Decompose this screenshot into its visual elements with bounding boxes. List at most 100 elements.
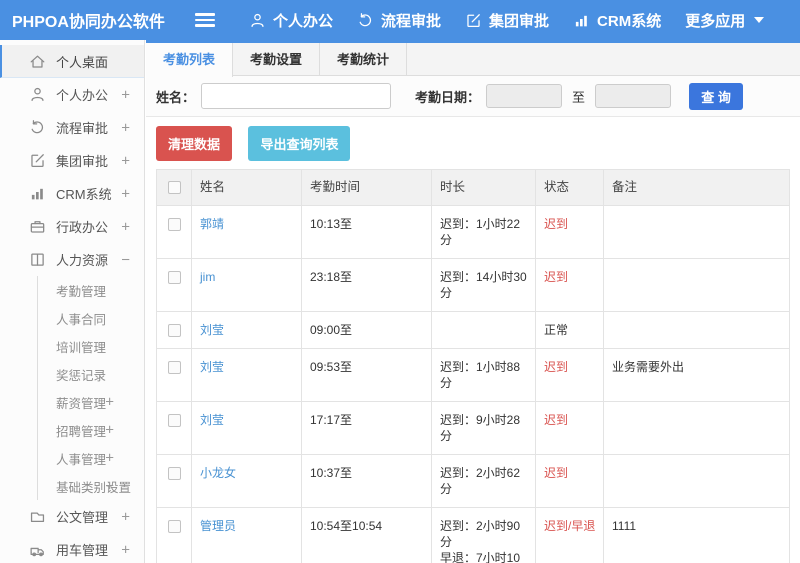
nav-group-approval[interactable]: 集团审批 [465, 10, 549, 31]
employee-name-link[interactable]: 刘莹 [200, 360, 224, 374]
main-content: 考勤列表 考勤设置 考勤统计 姓名： 考勤日期： 至 查 询 清理数据 导出查询… [146, 40, 800, 563]
date-label: 考勤日期： [415, 89, 481, 105]
expand-toggle[interactable]: + [121, 152, 130, 169]
nav-workflow-approval[interactable]: 流程审批 [357, 10, 441, 31]
sidebar-item[interactable]: CRM系统 + [0, 177, 144, 210]
remark-cell: 业务需要外出 [603, 348, 790, 402]
expand-toggle[interactable]: + [121, 541, 130, 558]
sidebar-item[interactable]: 个人桌面 [0, 45, 144, 78]
filter-bar: 姓名： 考勤日期： 至 查 询 [146, 76, 800, 117]
export-list-button[interactable]: 导出查询列表 [248, 126, 351, 161]
sidebar-item-label: 流程审批 [56, 121, 109, 136]
expand-toggle[interactable]: + [121, 218, 130, 235]
employee-name-link[interactable]: 郭靖 [200, 217, 224, 231]
nav-personal-office[interactable]: 个人办公 [249, 10, 333, 31]
row-checkbox[interactable] [167, 324, 181, 338]
sidebar-subitem[interactable]: 基础类别设置 + [38, 472, 144, 500]
nav-label: 流程审批 [381, 12, 442, 30]
tab-bar: 考勤列表 考勤设置 考勤统计 [146, 43, 800, 77]
sidebar-item-label: 行政办公 [56, 220, 109, 235]
nav-more-apps[interactable]: 更多应用 [685, 10, 765, 31]
sidebar-subitem-label: 奖惩记录 [56, 368, 107, 383]
time-cell: 10:37至 [301, 454, 432, 508]
expand-toggle[interactable]: + [105, 478, 114, 495]
duration-cell: 迟到：2小时90分早退：7小时10分 [431, 507, 536, 563]
employee-name-link[interactable]: jim [200, 270, 215, 284]
expand-toggle[interactable]: + [105, 394, 114, 411]
status-cell: 迟到 [535, 454, 604, 508]
expand-toggle[interactable]: + [121, 185, 130, 202]
expand-toggle[interactable]: + [121, 119, 130, 136]
employee-name-link[interactable]: 小龙女 [200, 466, 236, 480]
expand-toggle[interactable]: + [121, 508, 130, 525]
sidebar-item[interactable]: 用车管理 + [0, 533, 144, 563]
app-title: PHPOA协同办公软件 [12, 14, 165, 31]
sidebar-subitem[interactable]: 招聘管理 + [38, 416, 144, 444]
nav-label: CRM系统 [597, 12, 662, 30]
col-duration: 时长 [431, 169, 536, 206]
employee-name-link[interactable]: 刘莹 [200, 323, 224, 337]
status-badge: 迟到 [544, 270, 569, 284]
tab-attendance-stats[interactable]: 考勤统计 [320, 43, 407, 76]
row-checkbox[interactable] [167, 361, 181, 375]
table-header-row: 姓名 考勤时间 时长 状态 备注 [156, 169, 790, 206]
tab-attendance-list[interactable]: 考勤列表 [146, 43, 233, 77]
date-to-input[interactable] [595, 84, 672, 108]
menu-toggle-icon[interactable] [195, 13, 215, 27]
sidebar-subitem[interactable]: 薪资管理 + [38, 388, 144, 416]
employee-name-link[interactable]: 刘莹 [200, 413, 224, 427]
remark-cell [603, 311, 790, 349]
sidebar-subitem[interactable]: 培训管理 [38, 332, 144, 360]
row-checkbox[interactable] [167, 414, 181, 428]
sidebar: 个人桌面 个人办公 + 流程审批 + 集团审批 + CRM系统 + 行政办公 + 人力资源 − 考勤管理人… [0, 40, 145, 563]
edit-icon [465, 12, 482, 29]
sidebar-item[interactable]: 人力资源 − [0, 243, 144, 276]
sidebar-item[interactable]: 公文管理 + [0, 500, 144, 533]
nav-crm-system[interactable]: CRM系统 [573, 10, 661, 31]
chart-icon [29, 185, 46, 202]
search-button[interactable]: 查 询 [689, 82, 744, 110]
sidebar-subitem-label: 招聘管理 [56, 424, 107, 439]
duration-line: 迟到：1小时22分 [440, 217, 521, 247]
expand-toggle[interactable]: + [121, 86, 130, 103]
date-from-input[interactable] [486, 84, 563, 108]
tab-attendance-settings[interactable]: 考勤设置 [233, 43, 320, 76]
select-all-checkbox[interactable] [167, 181, 181, 195]
expand-toggle[interactable]: + [105, 450, 114, 467]
expand-toggle[interactable]: − [121, 251, 130, 268]
name-cell: 郭靖 [191, 205, 302, 259]
row-checkbox[interactable] [167, 271, 181, 285]
col-time: 考勤时间 [301, 169, 432, 206]
sidebar-item-label: 人力资源 [56, 253, 109, 268]
top-nav: 个人办公 流程审批 集团审批 CRM系统 更多应用 [249, 10, 765, 31]
sidebar-subitem[interactable]: 人事合同 [38, 304, 144, 332]
sidebar-subitem-label: 培训管理 [56, 340, 107, 355]
sidebar-item[interactable]: 流程审批 + [0, 111, 144, 144]
row-checkbox[interactable] [167, 467, 181, 481]
employee-name-link[interactable]: 管理员 [200, 519, 236, 533]
clear-data-button[interactable]: 清理数据 [156, 126, 233, 161]
table-row: 刘莹 09:53至 迟到：1小时88分 迟到 业务需要外出 [156, 348, 790, 402]
sidebar-subitem[interactable]: 人事管理 + [38, 444, 144, 472]
table-row: 郭靖 10:13至 迟到：1小时22分 迟到 [156, 205, 790, 259]
time-cell: 09:53至 [301, 348, 432, 402]
expand-toggle[interactable]: + [105, 422, 114, 439]
row-checkbox[interactable] [167, 218, 181, 232]
name-cell: 刘莹 [191, 348, 302, 402]
name-cell: jim [191, 258, 302, 312]
name-input[interactable] [201, 83, 392, 109]
process-icon [357, 12, 374, 29]
sidebar-item[interactable]: 行政办公 + [0, 210, 144, 243]
sidebar-item[interactable]: 个人办公 + [0, 78, 144, 111]
time-cell: 10:54至10:54 [301, 507, 432, 563]
row-checkbox[interactable] [167, 520, 181, 534]
sidebar-subitem[interactable]: 奖惩记录 [38, 360, 144, 388]
sidebar-item-label: 用车管理 [56, 543, 109, 558]
user-icon [29, 86, 46, 103]
sidebar-subitem[interactable]: 考勤管理 [38, 276, 144, 304]
nav-label: 个人办公 [273, 12, 334, 30]
status-badge: 迟到/早退 [544, 519, 596, 533]
remark-cell: 1111 [603, 507, 790, 563]
duration-line: 迟到：2小时90分 [440, 519, 521, 549]
sidebar-item[interactable]: 集团审批 + [0, 144, 144, 177]
